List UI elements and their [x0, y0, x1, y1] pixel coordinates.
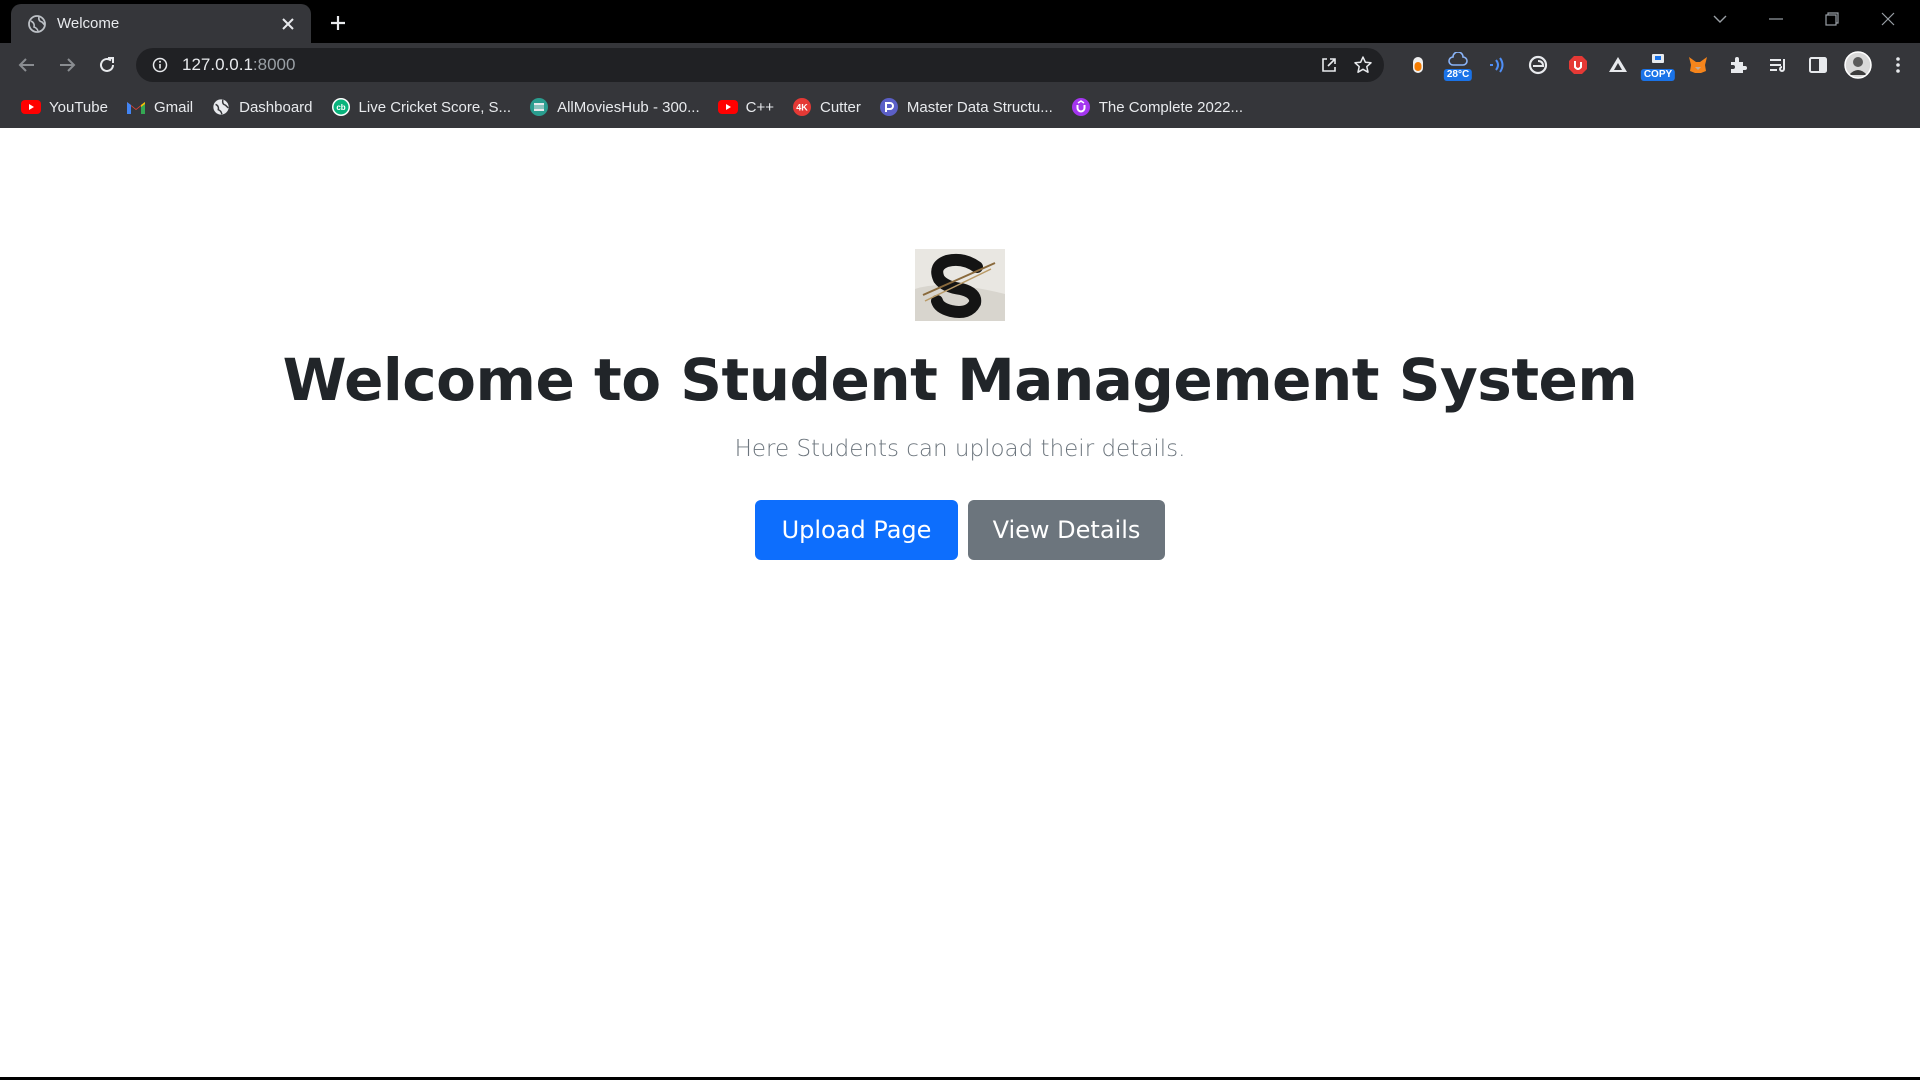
view-details-button[interactable]: View Details	[968, 500, 1165, 560]
bookmark-live-cricket[interactable]: cb Live Cricket Score, S...	[322, 91, 521, 123]
bookmark-dashboard[interactable]: Dashboard	[202, 91, 321, 123]
stop-sign-extension-icon[interactable]	[1398, 49, 1438, 81]
browser-toolbar: 127.0.0.1:8000 28°C COPY	[0, 43, 1920, 86]
weather-badge: 28°C	[1443, 69, 1473, 81]
bookmark-label: Live Cricket Score, S...	[358, 98, 512, 116]
bookmark-label: Dashboard	[239, 98, 313, 116]
reading-list-icon[interactable]	[1758, 49, 1798, 81]
site-logo	[915, 249, 1005, 321]
udemy-icon	[1071, 97, 1091, 117]
adblock-extension-icon[interactable]	[1558, 49, 1598, 81]
reload-button[interactable]	[91, 49, 123, 81]
bookmark-allmovieshub[interactable]: AllMoviesHub - 300...	[520, 91, 709, 123]
bookmark-cutter[interactable]: 4K Cutter	[783, 91, 870, 123]
puzzle-extensions-icon[interactable]	[1718, 49, 1758, 81]
bookmark-label: Master Data Structu...	[906, 98, 1053, 116]
bookmark-label: Cutter	[820, 98, 861, 116]
gmail-icon	[126, 97, 146, 117]
drive-extension-icon[interactable]	[1598, 49, 1638, 81]
restore-icon[interactable]	[1804, 0, 1860, 38]
bookmark-gmail[interactable]: Gmail	[117, 91, 202, 123]
bookmarks-bar: YouTube Gmail Dashboard cb Live Cricket …	[0, 86, 1920, 128]
globe-icon	[211, 97, 231, 117]
bookmark-label: Gmail	[153, 98, 194, 116]
url-text[interactable]: 127.0.0.1:8000	[182, 55, 295, 75]
upload-page-button[interactable]: Upload Page	[755, 500, 958, 560]
back-arrow-icon	[18, 58, 34, 72]
share-icon[interactable]	[1316, 52, 1342, 78]
site-info-icon[interactable]	[150, 55, 170, 75]
youtube-icon	[21, 97, 41, 117]
svg-text:cb: cb	[336, 103, 345, 112]
tab-search-chevron-icon[interactable]	[1692, 0, 1748, 38]
browser-tab[interactable]: Welcome	[11, 4, 311, 43]
bookmark-cpp[interactable]: C++	[709, 91, 783, 123]
url-port: :8000	[252, 55, 296, 74]
youtube-icon	[717, 97, 738, 117]
bookmark-label: The Complete 2022...	[1098, 98, 1244, 116]
page-title: Welcome to Student Management System	[282, 346, 1638, 414]
bookmark-label: AllMoviesHub - 300...	[557, 98, 700, 116]
4k-icon: 4K	[792, 97, 812, 117]
bookmark-label: YouTube	[49, 98, 108, 116]
menu-kebab-icon[interactable]	[1878, 49, 1918, 81]
reload-icon	[100, 57, 114, 72]
copy-badge: COPY	[1640, 69, 1676, 81]
bookmark-youtube[interactable]: YouTube	[12, 91, 117, 123]
allmovieshub-icon	[529, 97, 549, 117]
close-tab-icon[interactable]	[277, 13, 299, 35]
page-subtitle: Here Students can upload their details.	[734, 436, 1186, 462]
globe-icon	[27, 14, 47, 34]
minimize-icon[interactable]	[1748, 0, 1804, 38]
url-host: 127.0.0.1	[182, 55, 253, 74]
tab-strip: Welcome	[0, 0, 1920, 43]
close-window-icon[interactable]	[1860, 0, 1916, 38]
side-panel-icon[interactable]	[1798, 49, 1838, 81]
cricbuzz-icon: cb	[331, 97, 351, 117]
bookmark-star-icon[interactable]	[1350, 52, 1376, 78]
address-bar[interactable]: 127.0.0.1:8000	[136, 48, 1384, 82]
extensions-area: 28°C COPY	[1398, 49, 1918, 81]
bookmark-complete-2022[interactable]: The Complete 2022...	[1062, 91, 1252, 123]
read-aloud-extension-icon[interactable]	[1478, 49, 1518, 81]
page-content: Welcome to Student Management System Her…	[0, 128, 1920, 1077]
bookmark-label: C++	[745, 98, 774, 116]
forward-button[interactable]	[51, 49, 83, 81]
profile-avatar[interactable]	[1838, 49, 1878, 81]
bookmark-master-data-structures[interactable]: Master Data Structu...	[870, 91, 1062, 123]
forward-arrow-icon	[60, 58, 76, 72]
metamask-extension-icon[interactable]	[1678, 49, 1718, 81]
back-button[interactable]	[11, 49, 43, 81]
copy-extension-icon[interactable]: COPY	[1638, 49, 1678, 81]
new-tab-button[interactable]	[324, 9, 352, 37]
tab-title: Welcome	[57, 15, 120, 32]
course-icon	[879, 97, 899, 117]
weather-extension-icon[interactable]: 28°C	[1438, 49, 1478, 81]
svg-text:4K: 4K	[796, 103, 808, 113]
edge-extension-icon[interactable]	[1518, 49, 1558, 81]
